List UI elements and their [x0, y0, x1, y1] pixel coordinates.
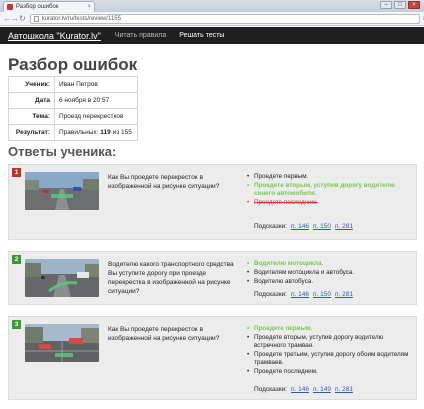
maximize-icon[interactable]: □ — [394, 1, 406, 9]
hint-link[interactable]: п. 146 — [291, 386, 309, 393]
result-correct-count: 119 — [100, 129, 111, 136]
tab-title: Разбор ошибок — [16, 4, 59, 10]
answer-option: Проедете первым. — [247, 173, 412, 181]
info-value: Иван Петров — [54, 76, 138, 93]
result-prefix: Правильных: — [59, 129, 99, 136]
info-value: Правильных: 119 из 155 — [54, 124, 138, 141]
question-card: 2 Водителю какого транспортного средства… — [8, 251, 417, 305]
answer-list: Проедете первым. Проедете вторым, уступи… — [247, 325, 412, 377]
answer-option: Проедете последним. — [247, 368, 412, 376]
brand-link[interactable]: Автошкола "Kurator.lv" — [8, 31, 101, 41]
answer-option-correct: Проедете вторым, уступив дорогу водителю… — [247, 182, 412, 198]
answer-list: Проедете первым. Проедете вторым, уступи… — [247, 173, 412, 208]
info-row: Дата 6 ноября в 20:57 — [8, 92, 138, 109]
answers-section-title: Ответы ученика: — [8, 144, 117, 159]
question-card: 3 Как Вы проедете перекресток в изображе… — [8, 316, 417, 400]
answer-option: Проедете третьим, уступив дорогу обоим в… — [247, 351, 412, 367]
info-key: Тема: — [8, 108, 55, 125]
question-number-badge: 3 — [12, 320, 21, 329]
reload-icon[interactable]: ↻ — [19, 14, 26, 23]
window-controls: – □ × — [380, 1, 420, 9]
address-url: kurator.lv/ru/tests/review/1155 — [41, 15, 121, 22]
answer-list: Водителю мотоцикла. Водителям мотоцикла … — [247, 260, 412, 287]
close-window-icon[interactable]: × — [408, 1, 420, 9]
hints-label: Подсказки: — [254, 386, 287, 393]
browser-toolbar: ← → ↻ kurator.lv/ru/tests/review/1155 ≡ — [0, 12, 424, 26]
menu-solve-tests[interactable]: Решать тесты — [179, 32, 224, 39]
hint-link[interactable]: п. 281 — [335, 223, 353, 230]
answer-option-correct: Проедете первым. — [247, 325, 412, 333]
hint-link[interactable]: п. 281 — [335, 386, 353, 393]
page-icon — [33, 15, 39, 22]
hint-link[interactable]: п. 149 — [313, 386, 331, 393]
info-row: Ученик: Иван Петров — [8, 76, 138, 93]
question-number-badge: 1 — [12, 168, 21, 177]
answer-option: Проедете вторым, уступив дорогу водителю… — [247, 334, 412, 350]
back-arrow-icon[interactable]: ← — [3, 14, 11, 23]
hints-label: Подсказки: — [254, 291, 287, 298]
hint-link[interactable]: п. 150 — [313, 291, 331, 298]
info-value: Проезд перекрестков — [54, 108, 138, 125]
question-text: Как Вы проедете перекресток в изображенн… — [108, 326, 220, 342]
minimize-icon[interactable]: – — [380, 1, 392, 9]
hints-row: Подсказки: п. 146 п. 150 п. 281 — [254, 223, 353, 230]
address-bar[interactable]: kurator.lv/ru/tests/review/1155 — [29, 13, 420, 24]
hint-link[interactable]: п. 281 — [335, 291, 353, 298]
question-text: Как Вы проедете перекресток в изображенн… — [108, 174, 220, 190]
site-header: Автошкола "Kurator.lv" Читать правила Ре… — [0, 27, 424, 44]
answer-option-chosen-wrong: Проедете последним. — [247, 199, 412, 207]
menu-read-rules[interactable]: Читать правила — [115, 32, 166, 39]
browser-titlebar: Разбор ошибок × – □ × — [0, 0, 424, 12]
question-text: Водителю какого транспортного средства В… — [108, 261, 234, 295]
question-card: 1 Как Вы проедете перекресток в изображе… — [8, 164, 417, 240]
hint-link[interactable]: п. 146 — [291, 291, 309, 298]
question-image[interactable] — [25, 259, 99, 297]
result-suffix: из 155 — [112, 129, 132, 136]
favicon-icon — [7, 4, 13, 10]
info-row: Тема: Проезд перекрестков — [8, 108, 138, 125]
hint-link[interactable]: п. 150 — [313, 223, 331, 230]
info-value: 6 ноября в 20:57 — [54, 92, 138, 109]
browser-tab[interactable]: Разбор ошибок × — [3, 1, 95, 12]
result-info-table: Ученик: Иван Петров Дата 6 ноября в 20:5… — [8, 76, 138, 141]
hint-link[interactable]: п. 146 — [291, 223, 309, 230]
question-number-badge: 2 — [12, 255, 21, 264]
info-key: Результат: — [8, 124, 55, 141]
forward-arrow-icon[interactable]: → — [11, 14, 19, 23]
hints-row: Подсказки: п. 146 п. 149 п. 281 — [254, 386, 353, 393]
hints-label: Подсказки: — [254, 223, 287, 230]
info-key: Дата — [8, 92, 55, 109]
question-image[interactable] — [25, 324, 99, 362]
info-row: Результат: Правильных: 119 из 155 — [8, 124, 138, 141]
info-key: Ученик: — [8, 76, 55, 93]
answer-option: Водителям мотоцикла и автобуса. — [247, 269, 412, 277]
hints-row: Подсказки: п. 146 п. 150 п. 281 — [254, 291, 353, 298]
page-title: Разбор ошибок — [8, 55, 138, 74]
answer-option-correct: Водителю мотоцикла. — [247, 260, 412, 268]
answer-option: Водителю автобуса. — [247, 278, 412, 286]
question-image[interactable] — [25, 172, 99, 210]
tab-close-icon[interactable]: × — [87, 4, 91, 10]
